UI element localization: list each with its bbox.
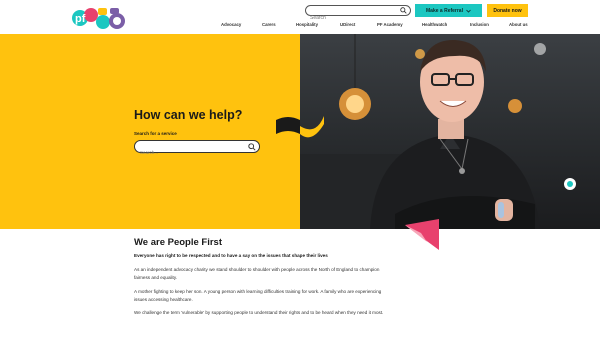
main-nav: Advocacy Carers Hospitality UDirect PF A…: [205, 22, 540, 30]
about-paragraph: A mother fighting to keep her son. A you…: [134, 289, 382, 302]
make-referral-button[interactable]: Make a Referral: [415, 4, 482, 17]
nav-item-inclusion[interactable]: Inclusion: [470, 22, 489, 27]
hero-title: How can we help?: [134, 108, 243, 122]
service-search[interactable]: [134, 140, 260, 158]
header-search[interactable]: [305, 5, 411, 23]
svg-text:pf: pf: [75, 13, 86, 25]
donate-button[interactable]: Donate now: [487, 4, 528, 17]
nav-item-udirect[interactable]: UDirect: [340, 22, 355, 27]
nav-item-pf-academy[interactable]: PF Academy: [377, 22, 403, 27]
nav-item-advocacy[interactable]: Advocacy: [221, 22, 241, 27]
donate-label: Donate now: [493, 7, 522, 14]
service-search-input[interactable]: [135, 147, 240, 158]
about-paragraph: As an independent advocacy charity we st…: [134, 267, 380, 280]
make-referral-label: Make a Referral: [426, 7, 463, 14]
service-search-label: Search for a service: [134, 131, 177, 136]
about-subtitle: Everyone has right to be respected and t…: [134, 253, 328, 258]
pink-triangle-decoration: [405, 219, 439, 250]
nav-item-about-us[interactable]: About us: [509, 22, 528, 27]
nav-item-hospitality[interactable]: Hospitality: [296, 22, 318, 27]
hero-photo: [300, 34, 600, 229]
chevron-down-icon: [466, 9, 471, 13]
hero-decoration: [276, 116, 324, 138]
about-title: We are People First: [134, 237, 222, 248]
about-paragraph: We challenge the term 'vulnerable' by su…: [134, 310, 384, 315]
nav-item-healthwatch[interactable]: Healthwatch: [422, 22, 447, 27]
search-icon[interactable]: [248, 143, 256, 151]
search-icon[interactable]: [400, 7, 407, 14]
site-header: pf Make a Referral Donate now Advocacy C…: [0, 0, 600, 34]
hero-photo-illustration: [300, 34, 576, 229]
nav-item-carers[interactable]: Carers: [262, 22, 276, 27]
logo-pf55[interactable]: pf: [72, 5, 126, 30]
